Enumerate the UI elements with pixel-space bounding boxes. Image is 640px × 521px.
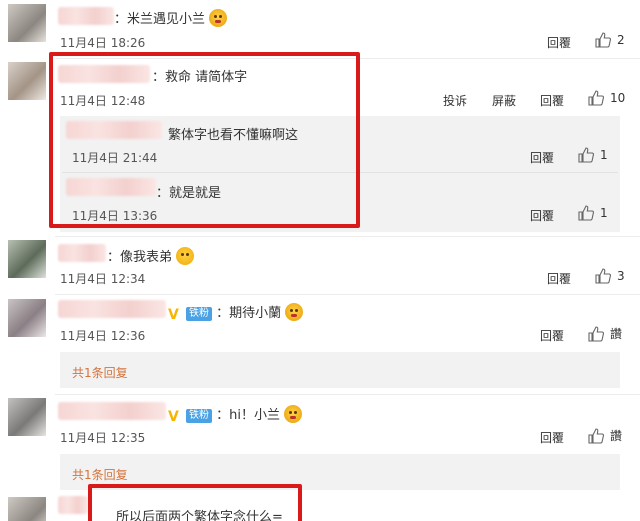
comment-text: ：像我表弟 bbox=[107, 246, 195, 265]
thumbs-up-icon bbox=[588, 90, 604, 106]
reply-button[interactable]: 回覆 bbox=[540, 92, 564, 109]
like-button[interactable]: 10 bbox=[588, 90, 625, 106]
reply-count-box bbox=[60, 352, 620, 388]
crying-emoji-icon bbox=[284, 405, 303, 423]
reply-button[interactable]: 回覆 bbox=[547, 270, 571, 287]
username-blurred[interactable] bbox=[58, 300, 166, 318]
reply-button[interactable]: 回覆 bbox=[547, 34, 571, 51]
like-button[interactable]: 2 bbox=[595, 32, 625, 48]
thumbs-up-icon bbox=[588, 325, 604, 342]
thumbs-up-icon bbox=[588, 427, 604, 444]
like-count: 3 bbox=[617, 269, 625, 283]
like-count: 2 bbox=[617, 33, 625, 47]
comment-time: 11月4日 18:26 bbox=[60, 36, 146, 50]
comment-time: 11月4日 12:36 bbox=[60, 329, 146, 343]
divider bbox=[55, 236, 640, 237]
fan-badge[interactable]: 铁粉 bbox=[186, 307, 212, 321]
like-button[interactable]: 讚 bbox=[588, 427, 622, 444]
like-button[interactable]: 1 bbox=[578, 147, 608, 163]
comment-text: ：米兰遇见小兰 bbox=[114, 8, 228, 27]
shocked-emoji-icon bbox=[209, 9, 228, 27]
avatar[interactable] bbox=[8, 497, 46, 521]
comment-text-content: ：米兰遇见小兰 bbox=[114, 12, 206, 27]
view-replies-link[interactable]: 共1条回复 bbox=[72, 466, 128, 483]
thumbs-up-icon bbox=[578, 147, 594, 163]
reply-button[interactable]: 回覆 bbox=[540, 327, 564, 344]
view-replies-link[interactable]: 共1条回复 bbox=[72, 364, 128, 381]
like-count: 1 bbox=[600, 148, 608, 162]
like-label: 讚 bbox=[610, 327, 623, 341]
avatar[interactable] bbox=[8, 62, 46, 100]
like-button[interactable]: 讚 bbox=[588, 325, 622, 342]
smile-emoji-icon bbox=[176, 247, 195, 265]
divider bbox=[55, 294, 640, 295]
vip-v-icon bbox=[168, 307, 182, 321]
comment-text-content: ：期待小蘭 bbox=[216, 306, 282, 321]
vip-v-icon bbox=[168, 409, 182, 423]
username-blurred[interactable] bbox=[58, 244, 106, 262]
block-button[interactable]: 屏蔽 bbox=[492, 92, 516, 109]
comment-text: 铁粉 ：期待小蘭 bbox=[168, 302, 304, 321]
comment-text-content: ：hi！小兰 bbox=[216, 408, 280, 423]
username-blurred[interactable] bbox=[58, 7, 114, 25]
avatar[interactable] bbox=[8, 299, 46, 337]
avatar[interactable] bbox=[8, 398, 46, 436]
comment-time: 11月4日 12:35 bbox=[60, 431, 146, 445]
divider bbox=[55, 394, 640, 395]
fan-badge[interactable]: 铁粉 bbox=[186, 409, 212, 423]
thumbs-up-icon bbox=[578, 205, 594, 221]
avatar[interactable] bbox=[8, 240, 46, 278]
like-button[interactable]: 1 bbox=[578, 205, 608, 221]
comment-time: 11月4日 12:34 bbox=[60, 272, 146, 286]
like-count: 10 bbox=[610, 91, 626, 105]
reply-button[interactable]: 回覆 bbox=[530, 207, 554, 224]
thumbs-up-icon bbox=[595, 268, 611, 284]
highlight-box bbox=[88, 484, 302, 521]
reply-button[interactable]: 回覆 bbox=[530, 149, 554, 166]
username-blurred[interactable] bbox=[58, 402, 166, 420]
avatar[interactable] bbox=[8, 4, 46, 42]
thumbs-up-icon bbox=[595, 32, 611, 48]
username-blurred[interactable] bbox=[58, 496, 88, 514]
like-label: 讚 bbox=[610, 429, 623, 443]
comment-text-content: ：像我表弟 bbox=[107, 250, 173, 265]
like-count: 1 bbox=[600, 206, 608, 220]
crying-emoji-icon bbox=[285, 303, 304, 321]
reply-button[interactable]: 回覆 bbox=[540, 429, 564, 446]
comment-text: 铁粉 ：hi！小兰 bbox=[168, 404, 303, 423]
like-button[interactable]: 3 bbox=[595, 268, 625, 284]
report-button[interactable]: 投诉 bbox=[443, 92, 467, 109]
highlight-box bbox=[49, 52, 360, 228]
